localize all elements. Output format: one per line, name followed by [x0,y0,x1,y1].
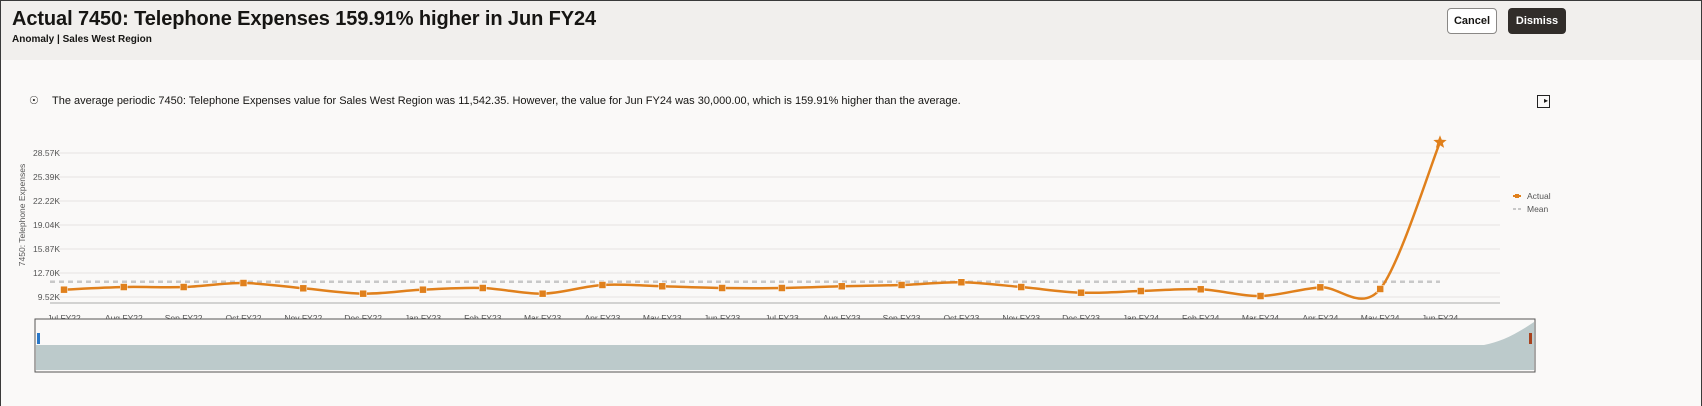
data-point [658,282,667,291]
actual-line [63,141,1442,300]
data-point [778,284,786,292]
overview-area [36,345,1534,370]
y-tick-label: 9.52K [38,292,61,302]
y-tick-label: 15.87K [33,244,60,254]
data-point [538,289,547,298]
legend-actual-marker [1515,194,1519,198]
data-point [1376,285,1384,293]
y-tick-label: 28.57K [33,148,60,158]
data-point [419,285,427,294]
data-point [479,284,487,292]
data-point [1137,287,1145,295]
y-tick-label: 25.39K [33,172,60,182]
data-point [179,283,188,291]
y-tick-label: 19.04K [33,220,60,230]
data-point [359,289,367,298]
data-point [1316,283,1325,292]
data-point [60,285,68,294]
data-point [299,284,308,293]
legend-mean-label: Mean [1527,204,1549,214]
data-point [837,282,846,291]
data-point [1256,292,1265,300]
y-tick-label: 12.70K [33,268,60,278]
data-point [120,283,128,291]
data-point [598,281,607,289]
overview-left-handle[interactable] [37,333,40,344]
y-tick-label: 22.22K [33,196,60,206]
data-point [897,281,906,289]
y-axis-title: 7450: Telephone Expenses [17,164,27,266]
data-point [1077,288,1085,297]
data-point [1196,285,1205,294]
overview-right-handle[interactable] [1529,333,1532,344]
data-point [1017,283,1025,291]
data-point [957,278,966,287]
data-point [718,284,726,292]
overview-navigator[interactable] [34,318,1536,373]
chart: 9.52K 12.70K 15.87K 19.04K 22.22K 25.39K 28.57… [17,135,1551,373]
data-point [239,279,248,287]
anomaly-star-marker [1433,135,1447,148]
legend-actual-label: Actual [1527,191,1551,201]
